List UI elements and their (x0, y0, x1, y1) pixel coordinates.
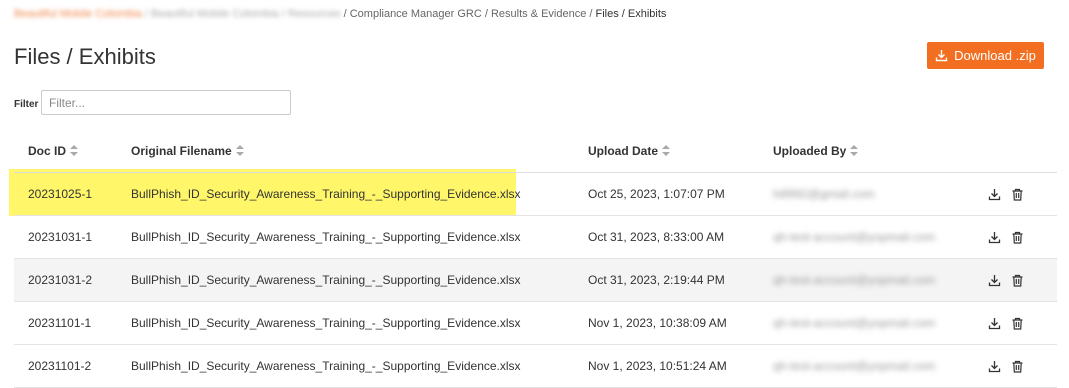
trash-icon[interactable] (1011, 317, 1024, 330)
trash-icon[interactable] (1011, 188, 1024, 201)
cell-doc-id: 20231031-2 (28, 273, 93, 287)
files-table: Doc ID Original Filename Upload Date Upl… (14, 129, 1057, 388)
cell-doc-id: 20231101-2 (28, 359, 92, 373)
sort-icon[interactable] (850, 145, 859, 156)
cell-uploaded-by: qh-test-account@yopmail.com (773, 273, 936, 287)
download-icon[interactable] (988, 188, 1001, 201)
breadcrumb-current: Files / Exhibits (595, 8, 667, 20)
cell-doc-id: 20231031-1 (28, 230, 93, 244)
breadcrumb-client[interactable]: Beautiful Mobile Colombia (151, 8, 279, 20)
breadcrumb-org[interactable]: Beautiful Mobile Colombia (14, 8, 142, 20)
trash-icon[interactable] (1011, 274, 1024, 287)
cell-uploaded-by: hill992@gmail.com (773, 187, 875, 201)
table-row: 20231031-1 BullPhish_ID_Security_Awarene… (14, 216, 1057, 259)
table-row: 20231025-1 BullPhish_ID_Security_Awarene… (14, 173, 1057, 216)
cell-filename: BullPhish_ID_Security_Awareness_Training… (131, 273, 521, 287)
cell-uploaded-by: qh-test-account@yopmail.com (773, 230, 936, 244)
cell-upload-date: Nov 1, 2023, 10:51:24 AM (588, 359, 727, 373)
header-upload-date[interactable]: Upload Date (588, 144, 773, 158)
download-zip-button[interactable]: Download .zip (927, 42, 1044, 69)
cell-upload-date: Oct 25, 2023, 1:07:07 PM (588, 187, 725, 201)
download-icon[interactable] (988, 317, 1001, 330)
sort-icon[interactable] (70, 145, 79, 156)
download-icon[interactable] (988, 360, 1001, 373)
sort-icon[interactable] (235, 145, 244, 156)
download-icon[interactable] (988, 274, 1001, 287)
header-doc-id[interactable]: Doc ID (14, 144, 131, 158)
breadcrumb-path[interactable]: / Compliance Manager GRC / Results & Evi… (344, 8, 593, 20)
download-icon (935, 50, 948, 62)
cell-filename: BullPhish_ID_Security_Awareness_Training… (131, 187, 521, 201)
breadcrumb-section[interactable]: Resources (288, 8, 341, 20)
trash-icon[interactable] (1011, 231, 1024, 244)
cell-filename: BullPhish_ID_Security_Awareness_Training… (131, 230, 521, 244)
sort-icon[interactable] (662, 145, 671, 156)
breadcrumb: Beautiful Mobile Colombia / Beautiful Mo… (14, 8, 667, 20)
download-zip-label: Download .zip (954, 48, 1036, 63)
table-row: 20231031-2 BullPhish_ID_Security_Awarene… (14, 259, 1057, 302)
cell-upload-date: Oct 31, 2023, 8:33:00 AM (588, 230, 725, 244)
cell-filename: BullPhish_ID_Security_Awareness_Training… (131, 316, 521, 330)
header-filename[interactable]: Original Filename (131, 144, 588, 158)
cell-uploaded-by: qh-test-account@yopmail.com (773, 316, 936, 330)
table-header: Doc ID Original Filename Upload Date Upl… (14, 129, 1057, 173)
download-icon[interactable] (988, 231, 1001, 244)
header-uploaded-by[interactable]: Uploaded By (773, 144, 981, 158)
filter-input[interactable] (41, 90, 291, 115)
cell-doc-id: 20231101-1 (28, 316, 92, 330)
cell-uploaded-by: qh-test-account@yopmail.com (773, 359, 936, 373)
page-title: Files / Exhibits (14, 44, 156, 69)
cell-upload-date: Nov 1, 2023, 10:38:09 AM (588, 316, 727, 330)
cell-filename: BullPhish_ID_Security_Awareness_Training… (131, 359, 521, 373)
cell-upload-date: Oct 31, 2023, 2:19:44 PM (588, 273, 725, 287)
filter-label: Filter (14, 99, 39, 110)
table-row: 20231101-1 BullPhish_ID_Security_Awarene… (14, 302, 1057, 345)
cell-doc-id: 20231025-1 (28, 187, 93, 201)
trash-icon[interactable] (1011, 360, 1024, 373)
